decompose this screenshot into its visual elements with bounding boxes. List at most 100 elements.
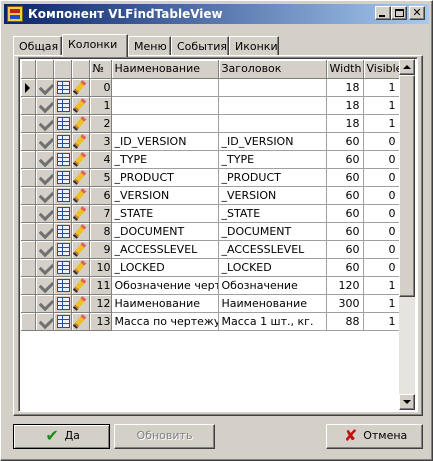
cell-caption[interactable]: _TYPE <box>218 150 327 169</box>
table-row[interactable]: 12 Наименование Наименование 300 1 <box>21 294 400 313</box>
vertical-scrollbar[interactable] <box>399 59 415 410</box>
table-row[interactable]: 10 _LOCKED _LOCKED 60 0 <box>21 258 400 277</box>
cell-name[interactable] <box>111 114 219 133</box>
cell-width[interactable]: 88 <box>326 312 364 331</box>
table-cell[interactable] <box>53 78 72 97</box>
pencil-cell[interactable] <box>71 168 90 187</box>
checkmark-cell[interactable] <box>35 312 54 331</box>
table-row[interactable]: 4 _TYPE _TYPE 60 0 <box>21 150 400 169</box>
cell-caption[interactable]: _LOCKED <box>218 258 327 277</box>
cancel-button[interactable]: ✘ Отмена <box>326 424 423 449</box>
table-row[interactable]: 2 18 1 <box>21 114 400 133</box>
cell-visible[interactable]: 0 <box>363 168 400 187</box>
cell-width[interactable]: 60 <box>326 168 364 187</box>
cell-width[interactable]: 18 <box>326 96 364 115</box>
cell-name[interactable] <box>111 78 219 97</box>
cell-width[interactable]: 120 <box>326 276 364 295</box>
cell-visible[interactable]: 0 <box>363 240 400 259</box>
cell-name[interactable]: _ID_VERSION <box>111 132 219 151</box>
table-cell[interactable] <box>53 222 72 241</box>
tab-icons[interactable]: Иконки <box>229 36 279 55</box>
table-cell[interactable] <box>53 312 72 331</box>
checkmark-cell[interactable] <box>35 78 54 97</box>
header-num[interactable]: № <box>89 60 112 79</box>
ok-button[interactable]: ✔ Да <box>13 424 110 449</box>
cell-caption[interactable]: _VERSION <box>218 186 327 205</box>
cell-width[interactable]: 18 <box>326 78 364 97</box>
scroll-down-button[interactable] <box>399 394 415 410</box>
checkmark-cell[interactable] <box>35 204 54 223</box>
pencil-cell[interactable] <box>71 240 90 259</box>
table-cell[interactable] <box>53 240 72 259</box>
table-cell[interactable] <box>53 276 72 295</box>
pencil-cell[interactable] <box>71 114 90 133</box>
cell-visible[interactable]: 1 <box>363 96 400 115</box>
columns-grid[interactable]: № Наименование Заголовок Width Visible 0… <box>18 57 418 412</box>
table-row[interactable]: 9 _ACCESSLEVEL _ACCESSLEVEL 60 0 <box>21 240 400 259</box>
table-row[interactable]: 11Обозначение чертежОбозначение1201 <box>21 276 400 295</box>
cell-visible[interactable]: 0 <box>363 150 400 169</box>
table-cell[interactable] <box>53 294 72 313</box>
table-cell[interactable] <box>53 168 72 187</box>
minimize-button[interactable] <box>375 6 391 20</box>
cell-caption[interactable] <box>218 114 327 133</box>
cell-name[interactable]: Масса по чертежу <box>111 312 219 331</box>
cell-name[interactable]: _PRODUCT <box>111 168 219 187</box>
cell-width[interactable]: 300 <box>326 294 364 313</box>
cell-name[interactable]: _STATE <box>111 204 219 223</box>
cell-visible[interactable]: 1 <box>363 312 400 331</box>
pencil-cell[interactable] <box>71 204 90 223</box>
pencil-cell[interactable] <box>71 276 90 295</box>
cell-visible[interactable]: 1 <box>363 78 400 97</box>
pencil-cell[interactable] <box>71 222 90 241</box>
close-button[interactable]: ✕ <box>409 6 425 20</box>
table-cell[interactable] <box>53 114 72 133</box>
cell-visible[interactable]: 1 <box>363 294 400 313</box>
cell-caption[interactable]: _DOCUMENT <box>218 222 327 241</box>
cell-visible[interactable]: 1 <box>363 114 400 133</box>
table-row[interactable]: 0 18 1 <box>21 78 400 97</box>
checkmark-cell[interactable] <box>35 168 54 187</box>
cell-caption[interactable] <box>218 78 327 97</box>
cell-caption[interactable]: Наименование <box>218 294 327 313</box>
title-bar[interactable]: Компонент VLFindTableView ✕ <box>4 4 429 24</box>
cell-caption[interactable]: _PRODUCT <box>218 168 327 187</box>
pencil-cell[interactable] <box>71 258 90 277</box>
pencil-cell[interactable] <box>71 132 90 151</box>
checkmark-cell[interactable] <box>35 240 54 259</box>
refresh-button[interactable]: Обновить <box>114 424 215 449</box>
table-row[interactable]: 6 _VERSION _VERSION 60 0 <box>21 186 400 205</box>
cell-visible[interactable]: 0 <box>363 258 400 277</box>
pencil-cell[interactable] <box>71 186 90 205</box>
table-row[interactable]: 8 _DOCUMENT _DOCUMENT 60 0 <box>21 222 400 241</box>
checkmark-cell[interactable] <box>35 258 54 277</box>
table-row[interactable]: 13 Масса по чертежу Масса 1 шт., кг. 88 1 <box>21 312 400 331</box>
checkmark-cell[interactable] <box>35 150 54 169</box>
table-row[interactable]: 3 _ID_VERSION _ID_VERSION 60 0 <box>21 132 400 151</box>
cell-caption[interactable]: _STATE <box>218 204 327 223</box>
table-row[interactable]: 5 _PRODUCT _PRODUCT 60 0 <box>21 168 400 187</box>
cell-visible[interactable]: 0 <box>363 204 400 223</box>
pencil-cell[interactable] <box>71 150 90 169</box>
cell-name[interactable]: Обозначение чертеж <box>111 276 219 295</box>
header-caption[interactable]: Заголовок <box>218 60 327 79</box>
table-row[interactable]: 1 18 1 <box>21 96 400 115</box>
pencil-cell[interactable] <box>71 78 90 97</box>
table-cell[interactable] <box>53 186 72 205</box>
cell-name[interactable] <box>111 96 219 115</box>
table-cell[interactable] <box>53 204 72 223</box>
table-row[interactable]: 7 _STATE _STATE 60 0 <box>21 204 400 223</box>
checkmark-cell[interactable] <box>35 132 54 151</box>
tab-menu[interactable]: Меню <box>128 36 171 55</box>
checkmark-cell[interactable] <box>35 186 54 205</box>
cell-name[interactable]: _DOCUMENT <box>111 222 219 241</box>
cell-caption[interactable]: _ACCESSLEVEL <box>218 240 327 259</box>
header-visible[interactable]: Visible <box>363 60 400 79</box>
checkmark-cell[interactable] <box>35 294 54 313</box>
pencil-cell[interactable] <box>71 294 90 313</box>
table-cell[interactable] <box>53 132 72 151</box>
cell-width[interactable]: 60 <box>326 132 364 151</box>
cell-visible[interactable]: 0 <box>363 186 400 205</box>
cell-caption[interactable]: Обозначение <box>218 276 327 295</box>
cell-width[interactable]: 18 <box>326 114 364 133</box>
